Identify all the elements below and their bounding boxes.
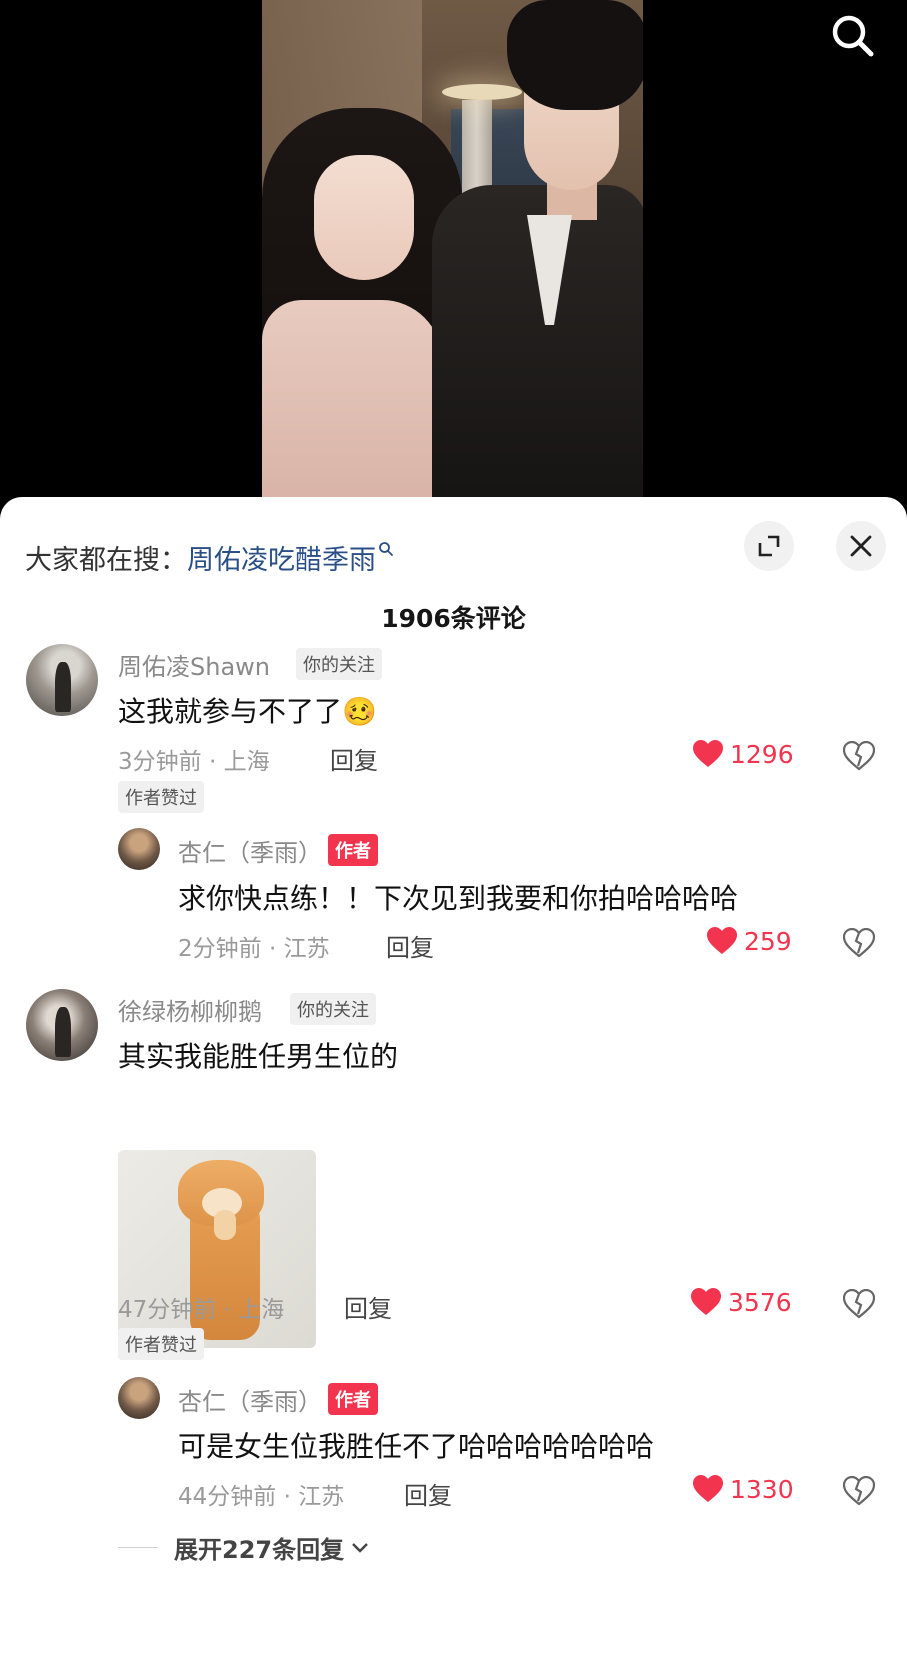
search-small-icon bbox=[378, 533, 394, 564]
like-count: 259 bbox=[744, 926, 792, 956]
author-badge: 作者 bbox=[328, 1383, 378, 1415]
video-lamp bbox=[442, 84, 522, 100]
cat-sticker-paw bbox=[214, 1210, 236, 1240]
comment-meta: 3分钟前 · 上海 bbox=[118, 749, 270, 775]
like-button[interactable]: 259 bbox=[706, 926, 792, 956]
following-badge: 你的关注 bbox=[296, 648, 382, 680]
reply-button[interactable]: 回复 bbox=[330, 741, 378, 776]
reply-text: 求你快点练！！下次见到我要和你拍哈哈哈哈 bbox=[178, 882, 739, 915]
comment-count-title: 1906条评论 bbox=[381, 604, 526, 633]
search-suggestion-prefix: 大家都在搜： bbox=[25, 545, 187, 576]
heart-icon bbox=[693, 1475, 723, 1502]
reply-button[interactable]: 回复 bbox=[344, 1289, 392, 1324]
reply-button[interactable]: 回复 bbox=[386, 928, 434, 963]
like-button[interactable]: 3576 bbox=[690, 1287, 792, 1317]
dislike-button[interactable] bbox=[842, 1288, 876, 1321]
search-suggestion-term[interactable]: 周佑凌吃醋季雨 bbox=[187, 545, 376, 576]
author-liked-badge: 作者赞过 bbox=[118, 781, 204, 813]
reply-meta: 44分钟前 · 江苏 bbox=[178, 1484, 345, 1510]
avatar-figure bbox=[54, 662, 71, 713]
reply-text: 可是女生位我胜任不了哈哈哈哈哈哈哈 bbox=[178, 1430, 655, 1463]
dislike-button[interactable] bbox=[842, 1475, 876, 1508]
dislike-icon bbox=[842, 1288, 876, 1319]
dislike-icon bbox=[842, 740, 876, 771]
expand-divider bbox=[118, 1547, 158, 1548]
dizzy-face-emoji: 🥴 bbox=[342, 695, 377, 728]
comment-meta: 47分钟前 · 上海 bbox=[118, 1297, 285, 1323]
comment-sheet: 大家都在搜：周佑凌吃醋季雨 1906条评论 周佑凌Shawn 你的关注 这我就参… bbox=[0, 497, 907, 1665]
like-count: 1330 bbox=[730, 1474, 794, 1504]
expand-icon bbox=[758, 535, 780, 557]
reply-username[interactable]: 杏仁（季雨） bbox=[178, 1382, 322, 1417]
like-button[interactable]: 1296 bbox=[692, 739, 794, 769]
video-frame[interactable] bbox=[262, 0, 643, 500]
dislike-button[interactable] bbox=[842, 927, 876, 960]
expand-replies-button[interactable]: 展开227条回复 bbox=[118, 1530, 370, 1565]
author-liked-badge: 作者赞过 bbox=[118, 1328, 204, 1360]
video-person-man-hair bbox=[507, 0, 643, 110]
close-sheet-button[interactable] bbox=[836, 521, 886, 571]
comment-text-content: 这我就参与不了了 bbox=[118, 695, 343, 728]
reply-button[interactable]: 回复 bbox=[404, 1476, 452, 1511]
search-suggestion: 大家都在搜：周佑凌吃醋季雨 bbox=[25, 533, 394, 577]
avatar[interactable] bbox=[118, 1377, 160, 1419]
heart-icon bbox=[691, 1288, 721, 1315]
close-icon bbox=[850, 535, 872, 557]
expand-sheet-button[interactable] bbox=[744, 521, 794, 571]
avatar[interactable] bbox=[26, 989, 98, 1061]
expand-replies-label: 展开227条回复 bbox=[174, 1536, 345, 1564]
comment-username[interactable]: 周佑凌Shawn bbox=[118, 647, 270, 682]
like-count: 3576 bbox=[728, 1287, 792, 1317]
dislike-icon bbox=[842, 927, 876, 958]
like-count: 1296 bbox=[730, 739, 794, 769]
video-person-woman-body bbox=[262, 300, 442, 500]
search-button[interactable] bbox=[825, 8, 881, 64]
comment-text: 这我就参与不了了🥴 bbox=[118, 690, 377, 730]
avatar[interactable] bbox=[118, 828, 160, 870]
dislike-button[interactable] bbox=[842, 740, 876, 773]
comment-username[interactable]: 徐绿杨柳柳鹅 bbox=[118, 992, 262, 1027]
video-player[interactable] bbox=[0, 0, 907, 500]
following-badge: 你的关注 bbox=[290, 993, 376, 1025]
chevron-down-icon bbox=[352, 1542, 368, 1553]
avatar-figure bbox=[54, 1007, 71, 1058]
heart-icon bbox=[693, 740, 723, 767]
reply-meta: 2分钟前 · 江苏 bbox=[178, 936, 330, 962]
like-button[interactable]: 1330 bbox=[692, 1474, 794, 1504]
heart-icon bbox=[707, 927, 737, 954]
comment-text: 其实我能胜任男生位的 bbox=[118, 1040, 399, 1073]
video-person-woman-face bbox=[314, 155, 414, 280]
author-badge: 作者 bbox=[328, 834, 378, 866]
reply-username[interactable]: 杏仁（季雨） bbox=[178, 833, 322, 868]
search-icon bbox=[832, 15, 874, 57]
dislike-icon bbox=[842, 1475, 876, 1506]
avatar[interactable] bbox=[26, 644, 98, 716]
